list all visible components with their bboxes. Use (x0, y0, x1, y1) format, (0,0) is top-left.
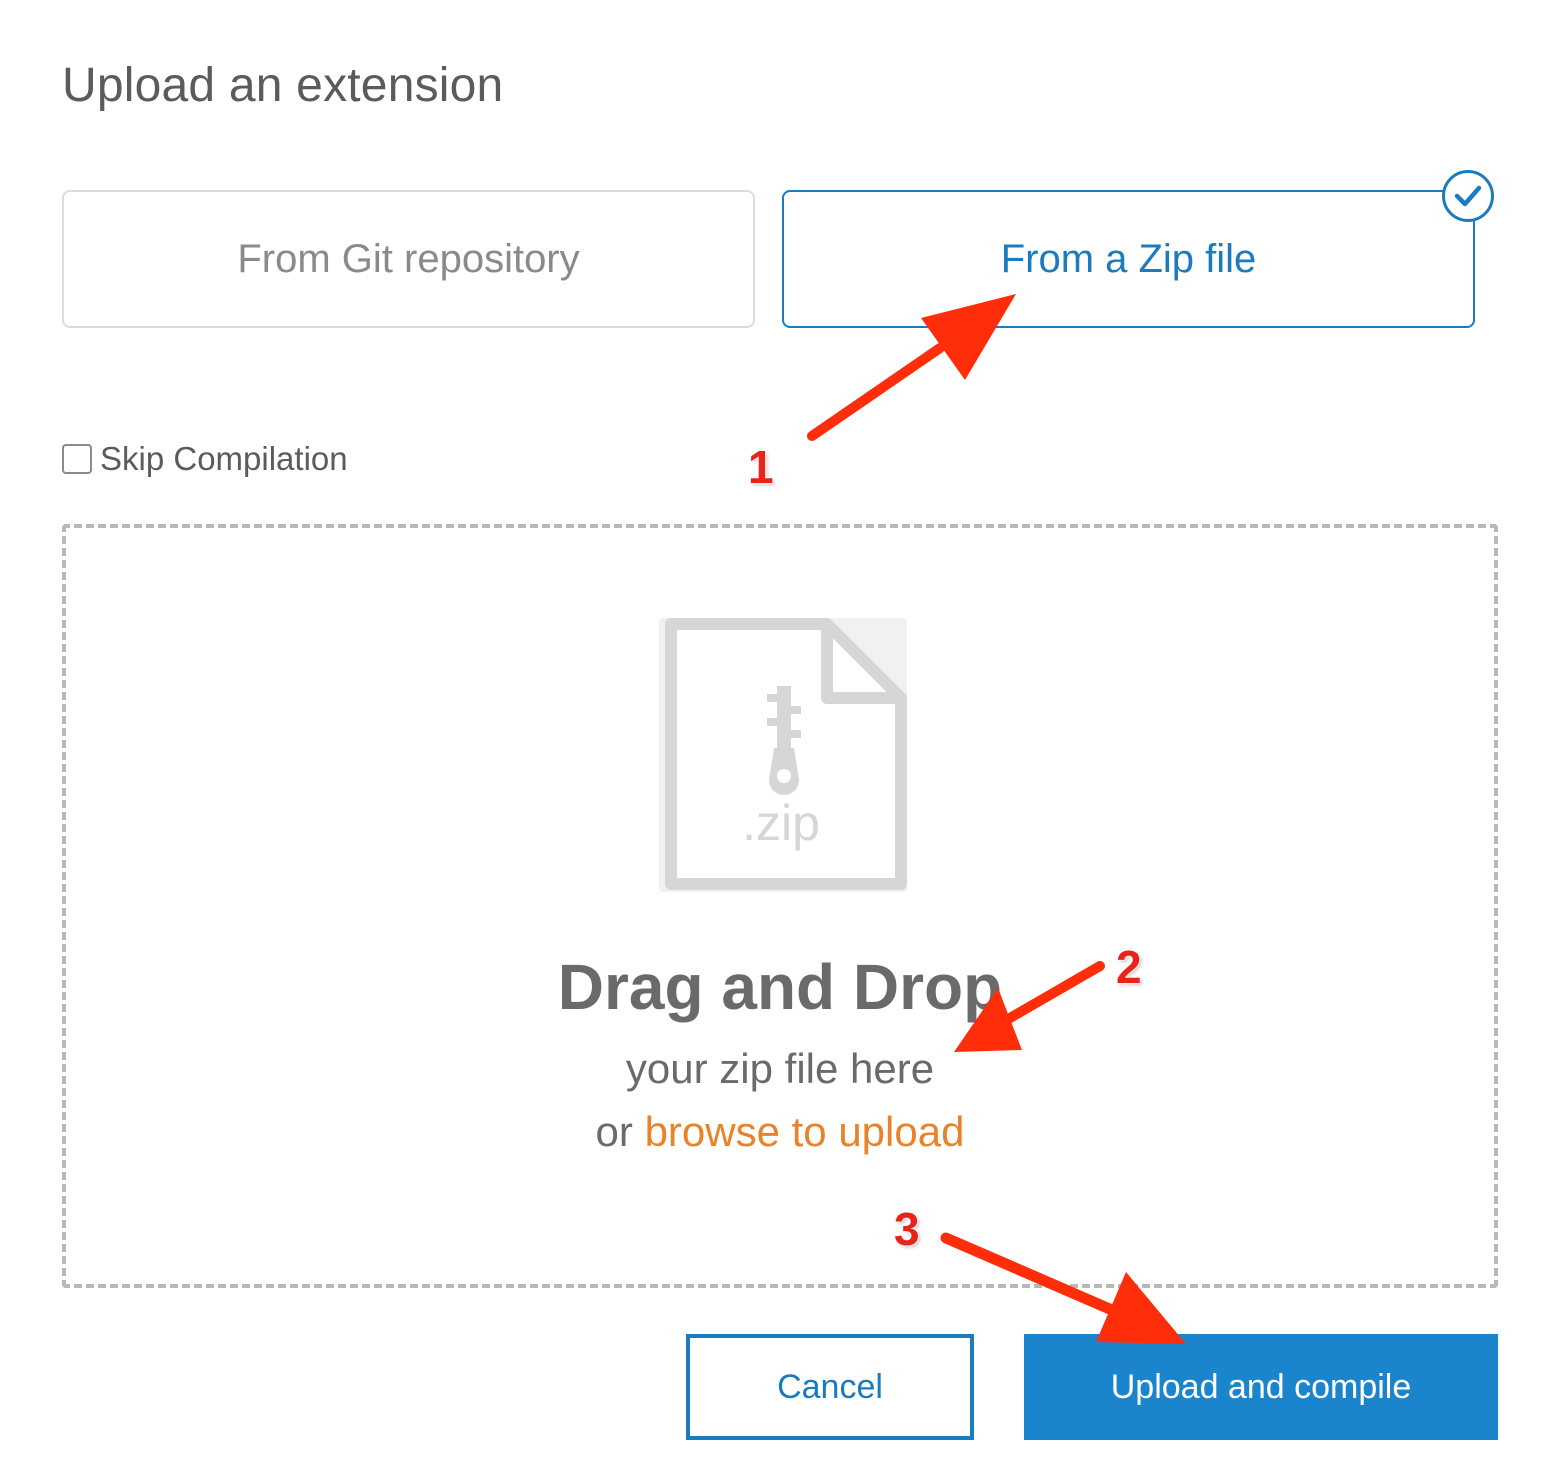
skip-compilation-label: Skip Compilation (100, 440, 348, 477)
page-title: Upload an extension (62, 59, 504, 112)
skip-compilation-row[interactable]: Skip Compilation (62, 440, 348, 478)
source-option-zip[interactable]: From a Zip file (782, 190, 1475, 328)
upload-button-label: Upload and compile (1110, 1367, 1412, 1406)
browse-prefix: or (595, 1108, 633, 1155)
browse-to-upload-link[interactable]: browse to upload (645, 1108, 965, 1155)
source-option-git[interactable]: From Git repository (62, 190, 755, 328)
zip-icon-label: .zip (742, 795, 820, 851)
cancel-button[interactable]: Cancel (686, 1334, 974, 1440)
dropzone-title: Drag and Drop (557, 951, 1003, 1023)
selected-check-icon (1442, 170, 1494, 222)
zip-file-icon: .zip (657, 614, 909, 899)
skip-compilation-checkbox[interactable] (62, 444, 92, 474)
step-2-label: 2 (1116, 941, 1142, 993)
cancel-button-label: Cancel (777, 1367, 883, 1406)
source-option-zip-label: From a Zip file (1000, 236, 1257, 281)
browse-line: or browse to upload (0, 1108, 1550, 1156)
upload-and-compile-button[interactable]: Upload and compile (1024, 1334, 1498, 1440)
dropzone-subtitle: your zip file here (625, 1045, 935, 1092)
source-option-git-label: From Git repository (237, 236, 580, 281)
step-3-label: 3 (894, 1203, 920, 1255)
step-1-label: 1 (748, 441, 774, 493)
